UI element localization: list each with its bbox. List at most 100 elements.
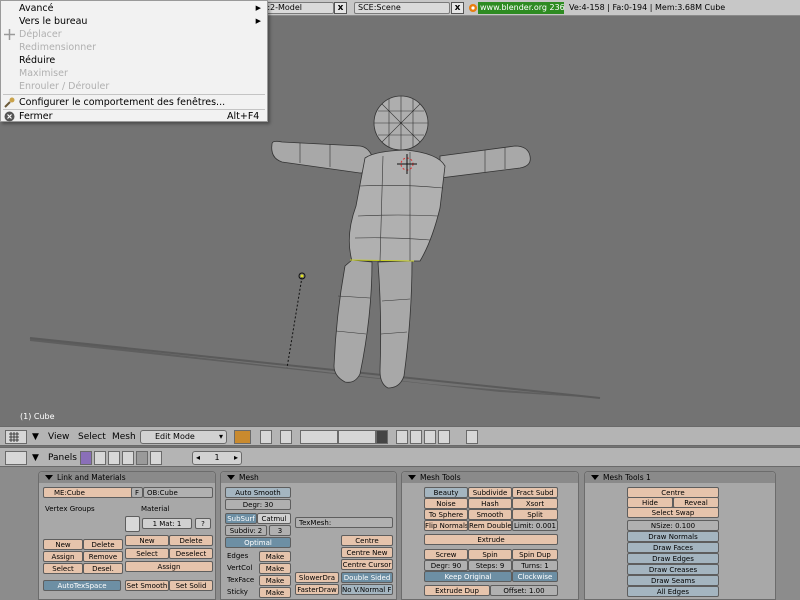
keep-original-toggle[interactable]: Keep Original (424, 571, 512, 582)
menu-item-advanced[interactable]: Avancé ▶ (1, 2, 267, 15)
pivot-icon[interactable] (280, 430, 292, 444)
auto-smooth-toggle[interactable]: Auto Smooth (225, 487, 291, 498)
select-swap-button[interactable]: Select Swap (627, 507, 719, 518)
draw-creases-toggle[interactable]: Draw Creases (627, 564, 719, 575)
material-index-field[interactable]: 1 Mat: 1 (142, 518, 192, 529)
editing-context-icon[interactable] (136, 451, 148, 465)
draw-normals-toggle[interactable]: Draw Normals (627, 531, 719, 542)
beauty-toggle[interactable]: Beauty (424, 487, 468, 498)
material-delete-button[interactable]: Delete (169, 535, 213, 546)
centre-new-button[interactable]: Centre New (341, 547, 393, 558)
subsurf-toggle[interactable]: SubSurf (225, 513, 257, 524)
extrude-button[interactable]: Extrude (424, 534, 558, 545)
menu-item-configure[interactable]: Configurer le comportement des fenêtres.… (1, 96, 267, 109)
menu-item-minimize[interactable]: Réduire (1, 54, 267, 67)
menu-item-close[interactable]: Fermer Alt+F4 (1, 110, 267, 123)
material-new-button[interactable]: New (125, 535, 169, 546)
hash-button[interactable]: Hash (468, 498, 512, 509)
nsize-field[interactable]: NSize: 0.100 (627, 520, 719, 531)
material-assign-button[interactable]: Assign (125, 561, 213, 572)
vgroup-delete-button[interactable]: Delete (83, 539, 123, 550)
vgroup-select-button[interactable]: Select (43, 563, 83, 574)
draw-seams-toggle[interactable]: Draw Seams (627, 575, 719, 586)
vertcol-make-button[interactable]: Make (259, 563, 291, 574)
fract-subd-button[interactable]: Fract Subd (512, 487, 558, 498)
logic-context-icon[interactable] (80, 451, 92, 465)
texface-make-button[interactable]: Make (259, 575, 291, 586)
draw-faces-toggle[interactable]: Draw Faces (627, 542, 719, 553)
set-smooth-button[interactable]: Set Smooth (125, 580, 169, 591)
lock-icon[interactable] (376, 430, 388, 444)
vgroup-remove-button[interactable]: Remove (83, 551, 123, 562)
material-select-button[interactable]: Select (125, 548, 169, 559)
material-deselect-button[interactable]: Deselect (169, 548, 213, 559)
smooth-button[interactable]: Smooth (468, 509, 512, 520)
subdivide-button[interactable]: Subdivide (468, 487, 512, 498)
spin-button[interactable]: Spin (468, 549, 512, 560)
face-select-icon[interactable] (424, 430, 436, 444)
spin-dup-button[interactable]: Spin Dup (512, 549, 558, 560)
draw-edges-toggle[interactable]: Draw Edges (627, 553, 719, 564)
screen-close-button[interactable]: x (334, 2, 347, 14)
smooth-degree-field[interactable]: Degr: 30 (225, 499, 291, 510)
vgroup-new-button[interactable]: New (43, 539, 83, 550)
all-edges-toggle[interactable]: All Edges (627, 586, 719, 597)
material-help-button[interactable]: ? (195, 518, 211, 529)
vertex-select-icon[interactable] (396, 430, 408, 444)
steps-field[interactable]: Steps: 9 (468, 560, 512, 571)
centre-button[interactable]: Centre (341, 535, 393, 546)
double-sided-toggle[interactable]: Double Sided (341, 572, 393, 583)
turns-field[interactable]: Turns: 1 (512, 560, 558, 571)
menu-select[interactable]: Select (78, 430, 106, 444)
centre-cursor-button[interactable]: Centre Cursor (341, 559, 393, 570)
render-subdiv-field[interactable]: 3 (269, 525, 291, 536)
limit-field[interactable]: Limit: 0.001 (512, 520, 558, 531)
scene-field[interactable]: SCE:Scene (354, 2, 450, 14)
xsort-button[interactable]: Xsort (512, 498, 558, 509)
edge-select-icon[interactable] (410, 430, 422, 444)
collapse-menu-arrow-icon[interactable]: ▼ (32, 451, 39, 465)
scene-close-button[interactable]: x (451, 2, 464, 14)
flip-normals-button[interactable]: Flip Normals (424, 520, 468, 531)
collapse-menu-arrow-icon[interactable]: ▼ (32, 430, 39, 444)
script-context-icon[interactable] (94, 451, 106, 465)
fake-user-button[interactable]: F (131, 487, 143, 498)
noise-button[interactable]: Noise (424, 498, 468, 509)
screen-field[interactable]: R:2-Model (258, 2, 334, 14)
subsurf-type-select[interactable]: Catmul (257, 513, 291, 524)
magnet-icon[interactable] (260, 430, 272, 444)
no-vnormal-flip-toggle[interactable]: No V.Normal Fl (341, 584, 393, 595)
sticky-make-button[interactable]: Make (259, 587, 291, 598)
vgroup-deselect-button[interactable]: Desel. (83, 563, 123, 574)
mesh-name-field[interactable]: ME:Cube (43, 487, 135, 498)
edges-make-button[interactable]: Make (259, 551, 291, 562)
window-type-grid-icon[interactable] (5, 430, 27, 444)
panel-title[interactable]: Mesh Tools 1 (585, 472, 775, 483)
to-sphere-button[interactable]: To Sphere (424, 509, 468, 520)
panel-title[interactable]: Mesh (221, 472, 396, 483)
window-type-buttons-icon[interactable] (5, 451, 27, 465)
material-color-swatch[interactable] (125, 516, 140, 532)
spin-degree-field[interactable]: Degr: 90 (424, 560, 468, 571)
layer-buttons-b[interactable] (338, 430, 376, 444)
subdiv-levels-field[interactable]: Subdiv: 2 (225, 525, 267, 536)
occlude-icon[interactable] (438, 430, 450, 444)
extrude-dup-button[interactable]: Extrude Dup (424, 585, 490, 596)
render-preview-icon[interactable] (466, 430, 478, 444)
clockwise-toggle[interactable]: Clockwise (512, 571, 558, 582)
auto-texspace-toggle[interactable]: AutoTexSpace (43, 580, 121, 591)
panel-title[interactable]: Link and Materials (39, 472, 215, 483)
menu-mesh[interactable]: Mesh (112, 430, 136, 444)
draw-type-icon[interactable] (234, 430, 251, 444)
texmesh-field[interactable]: TexMesh: (295, 517, 393, 528)
shading-context-icon[interactable] (108, 451, 120, 465)
menu-item-to-desktop[interactable]: Vers le bureau ▶ (1, 15, 267, 28)
offset-field[interactable]: Offset: 1.00 (490, 585, 558, 596)
rem-doubles-button[interactable]: Rem Doubles (468, 520, 512, 531)
scene-context-icon[interactable] (150, 451, 162, 465)
panel-title[interactable]: Mesh Tools (402, 472, 578, 483)
frame-number-field[interactable]: ◂ 1 ▸ (192, 451, 242, 465)
menu-panels[interactable]: Panels (48, 451, 77, 465)
faster-draw-button[interactable]: FasterDraw (295, 584, 339, 595)
set-solid-button[interactable]: Set Solid (169, 580, 213, 591)
